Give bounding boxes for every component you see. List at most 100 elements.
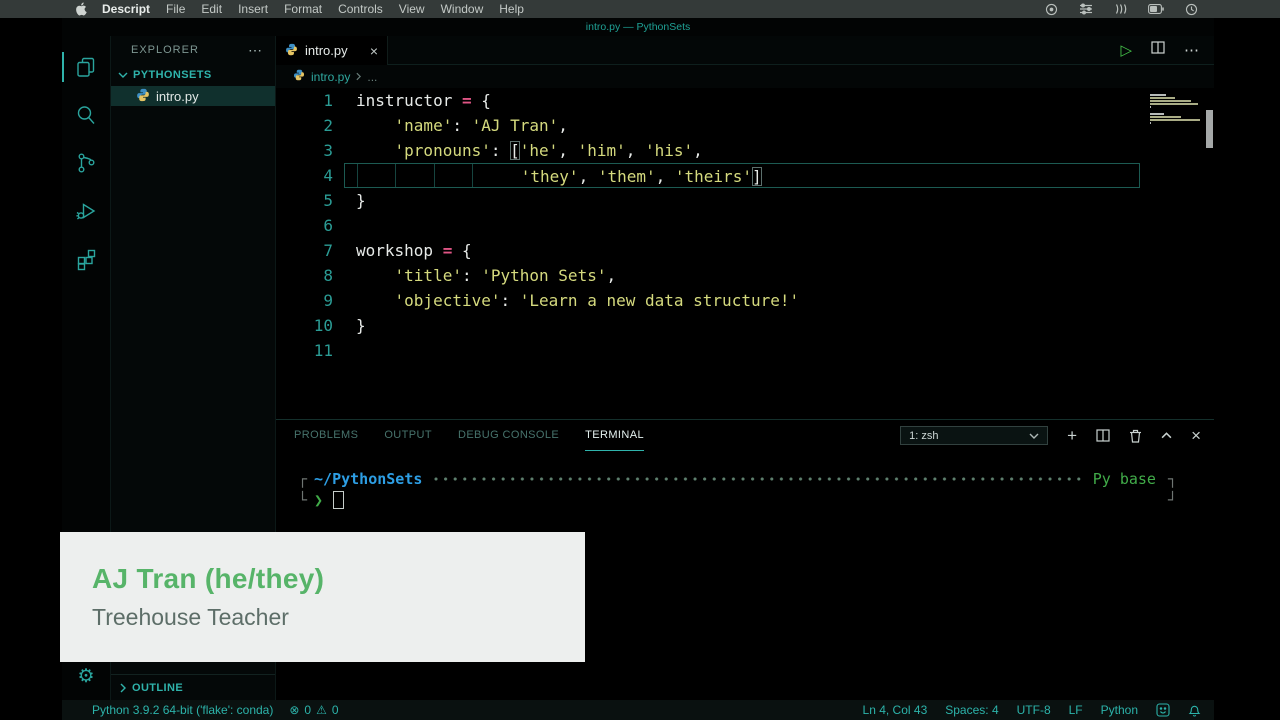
split-editor-icon[interactable] [1151, 41, 1165, 59]
status-item[interactable]: LF [1069, 703, 1083, 717]
code-lines: 1instructor = {2 'name': 'AJ Tran',3 'pr… [276, 88, 1140, 363]
menu-item-format[interactable]: Format [284, 2, 322, 16]
activity-extensions[interactable] [62, 235, 110, 283]
sidebar-more-actions[interactable]: ⋯ [248, 42, 263, 59]
menu-item-descript[interactable]: Descript [102, 2, 150, 16]
panel-tab-problems[interactable]: PROBLEMS [294, 420, 358, 451]
sidebar-section-outline[interactable]: OUTLINE [111, 674, 275, 700]
tab-close-icon[interactable]: × [370, 43, 378, 59]
menu-item-controls[interactable]: Controls [338, 2, 383, 16]
code-line[interactable]: 7workshop = { [276, 238, 1140, 263]
menu-item-file[interactable]: File [166, 2, 185, 16]
menubar-items: Descript File Edit Insert Format Controls View… [102, 2, 524, 16]
terminal-env: Py base [1093, 470, 1156, 488]
window-title: intro.py — PythonSets [586, 21, 690, 33]
python-file-icon [136, 88, 150, 105]
code-line[interactable]: 2 'name': 'AJ Tran', [276, 113, 1140, 138]
notifications-bell-icon[interactable] [1188, 703, 1201, 717]
status-item[interactable]: Ln 4, Col 43 [863, 703, 928, 717]
menu-item-window[interactable]: Window [441, 2, 484, 16]
prompt-corner: ┘ [1168, 491, 1177, 509]
activity-search[interactable] [62, 91, 110, 139]
code-editor[interactable]: 1instructor = {2 'name': 'AJ Tran',3 'pr… [276, 88, 1214, 419]
status-bar: Python 3.9.2 64-bit ('flake': conda) ⊗ 0… [62, 700, 1214, 720]
code-text: 'name': 'AJ Tran', [344, 113, 1140, 138]
code-text: } [344, 313, 1140, 338]
minimap[interactable] [1150, 94, 1202, 129]
line-number: 3 [276, 138, 344, 163]
sliders-icon[interactable] [1079, 3, 1093, 15]
apple-menu-icon[interactable] [76, 2, 88, 16]
feedback-smiley-icon[interactable] [1156, 703, 1170, 717]
prompt-corner: ┌ [298, 470, 307, 488]
new-terminal-icon[interactable]: + [1067, 427, 1077, 444]
menu-item-help[interactable]: Help [499, 2, 524, 16]
activity-source-control[interactable] [62, 139, 110, 187]
code-line[interactable]: 5} [276, 188, 1140, 213]
status-item[interactable]: Spaces: 4 [945, 703, 998, 717]
chevron-down-icon [118, 72, 128, 78]
chevron-right-icon [120, 683, 126, 693]
control-center-icon[interactable] [1185, 3, 1198, 16]
python-interpreter-status[interactable]: Python 3.9.2 64-bit ('flake': conda) [92, 703, 273, 717]
line-number: 9 [276, 288, 344, 313]
settings-gear-icon[interactable]: ⚙ [62, 665, 110, 688]
tab-intro-py[interactable]: intro.py × [276, 36, 388, 65]
code-line[interactable]: 8 'title': 'Python Sets', [276, 263, 1140, 288]
record-icon[interactable] [1045, 3, 1058, 16]
sidebar-item-intro-py[interactable]: intro.py [111, 86, 275, 106]
code-text: 'title': 'Python Sets', [344, 263, 1140, 288]
status-item[interactable]: UTF-8 [1017, 703, 1051, 717]
kill-terminal-trash-icon[interactable] [1129, 429, 1142, 443]
sidebar-title: EXPLORER [131, 44, 199, 56]
line-number: 5 [276, 188, 344, 213]
panel-tab-terminal[interactable]: TERMINAL [585, 420, 644, 451]
presenter-role: Treehouse Teacher [92, 604, 585, 631]
menu-item-insert[interactable]: Insert [238, 2, 268, 16]
status-item[interactable]: Python [1101, 703, 1138, 717]
line-number: 7 [276, 238, 344, 263]
menu-item-edit[interactable]: Edit [201, 2, 222, 16]
panel-tab-output[interactable]: OUTPUT [384, 420, 432, 451]
breadcrumb-more[interactable]: ... [367, 70, 377, 84]
line-number: 2 [276, 113, 344, 138]
sidebar-section-pythonsets[interactable]: PYTHONSETS [111, 64, 275, 86]
audio-waves-icon[interactable] [1114, 3, 1127, 15]
code-line[interactable]: 3 'pronouns': ['he', 'him', 'his', [276, 138, 1140, 163]
code-line[interactable]: 1instructor = { [276, 88, 1140, 113]
prompt-char: ❯ [314, 491, 323, 509]
close-panel-icon[interactable]: × [1191, 427, 1201, 444]
line-number: 11 [276, 338, 344, 363]
panel-tab-debug-console[interactable]: DEBUG CONSOLE [458, 420, 559, 451]
code-line[interactable]: 11 [276, 338, 1140, 363]
activity-explorer[interactable] [62, 43, 110, 91]
code-line[interactable]: 4 'they', 'them', 'theirs'] [276, 163, 1140, 188]
battery-icon[interactable] [1148, 4, 1164, 14]
split-terminal-icon[interactable] [1096, 429, 1110, 442]
panel-tabs: PROBLEMS OUTPUT DEBUG CONSOLE TERMINAL [294, 420, 644, 451]
problems-status[interactable]: ⊗ 0 ⚠ 0 [289, 703, 338, 717]
code-text: 'pronouns': ['he', 'him', 'his', [344, 138, 1140, 163]
activity-run-debug[interactable] [62, 187, 110, 235]
chevron-down-icon [1029, 433, 1039, 439]
breadcrumb-file[interactable]: intro.py [311, 70, 350, 84]
editor-more-actions-icon[interactable]: ⋯ [1184, 43, 1199, 58]
macos-menubar: Descript File Edit Insert Format Controls View… [0, 0, 1280, 18]
breadcrumb[interactable]: intro.py ... [276, 65, 1214, 88]
code-line[interactable]: 6 [276, 213, 1140, 238]
run-python-file-button[interactable]: ▷ [1120, 43, 1132, 58]
code-line[interactable]: 9 'objective': 'Learn a new data structu… [276, 288, 1140, 313]
prompt-corner: └ [298, 491, 307, 509]
presenter-name: AJ Tran (he/they) [92, 563, 585, 595]
editor-scrollbar[interactable] [1206, 110, 1213, 148]
terminal-shell-select[interactable]: 1: zsh [900, 426, 1048, 445]
source-control-icon [74, 151, 98, 175]
window-titlebar[interactable]: intro.py — PythonSets [62, 18, 1214, 36]
menu-item-view[interactable]: View [399, 2, 425, 16]
prompt-leader-dots [432, 472, 1082, 486]
code-text [344, 213, 1140, 238]
maximize-panel-icon[interactable] [1161, 432, 1172, 439]
search-icon [74, 103, 98, 127]
code-line[interactable]: 10} [276, 313, 1140, 338]
run-debug-icon [74, 199, 98, 223]
